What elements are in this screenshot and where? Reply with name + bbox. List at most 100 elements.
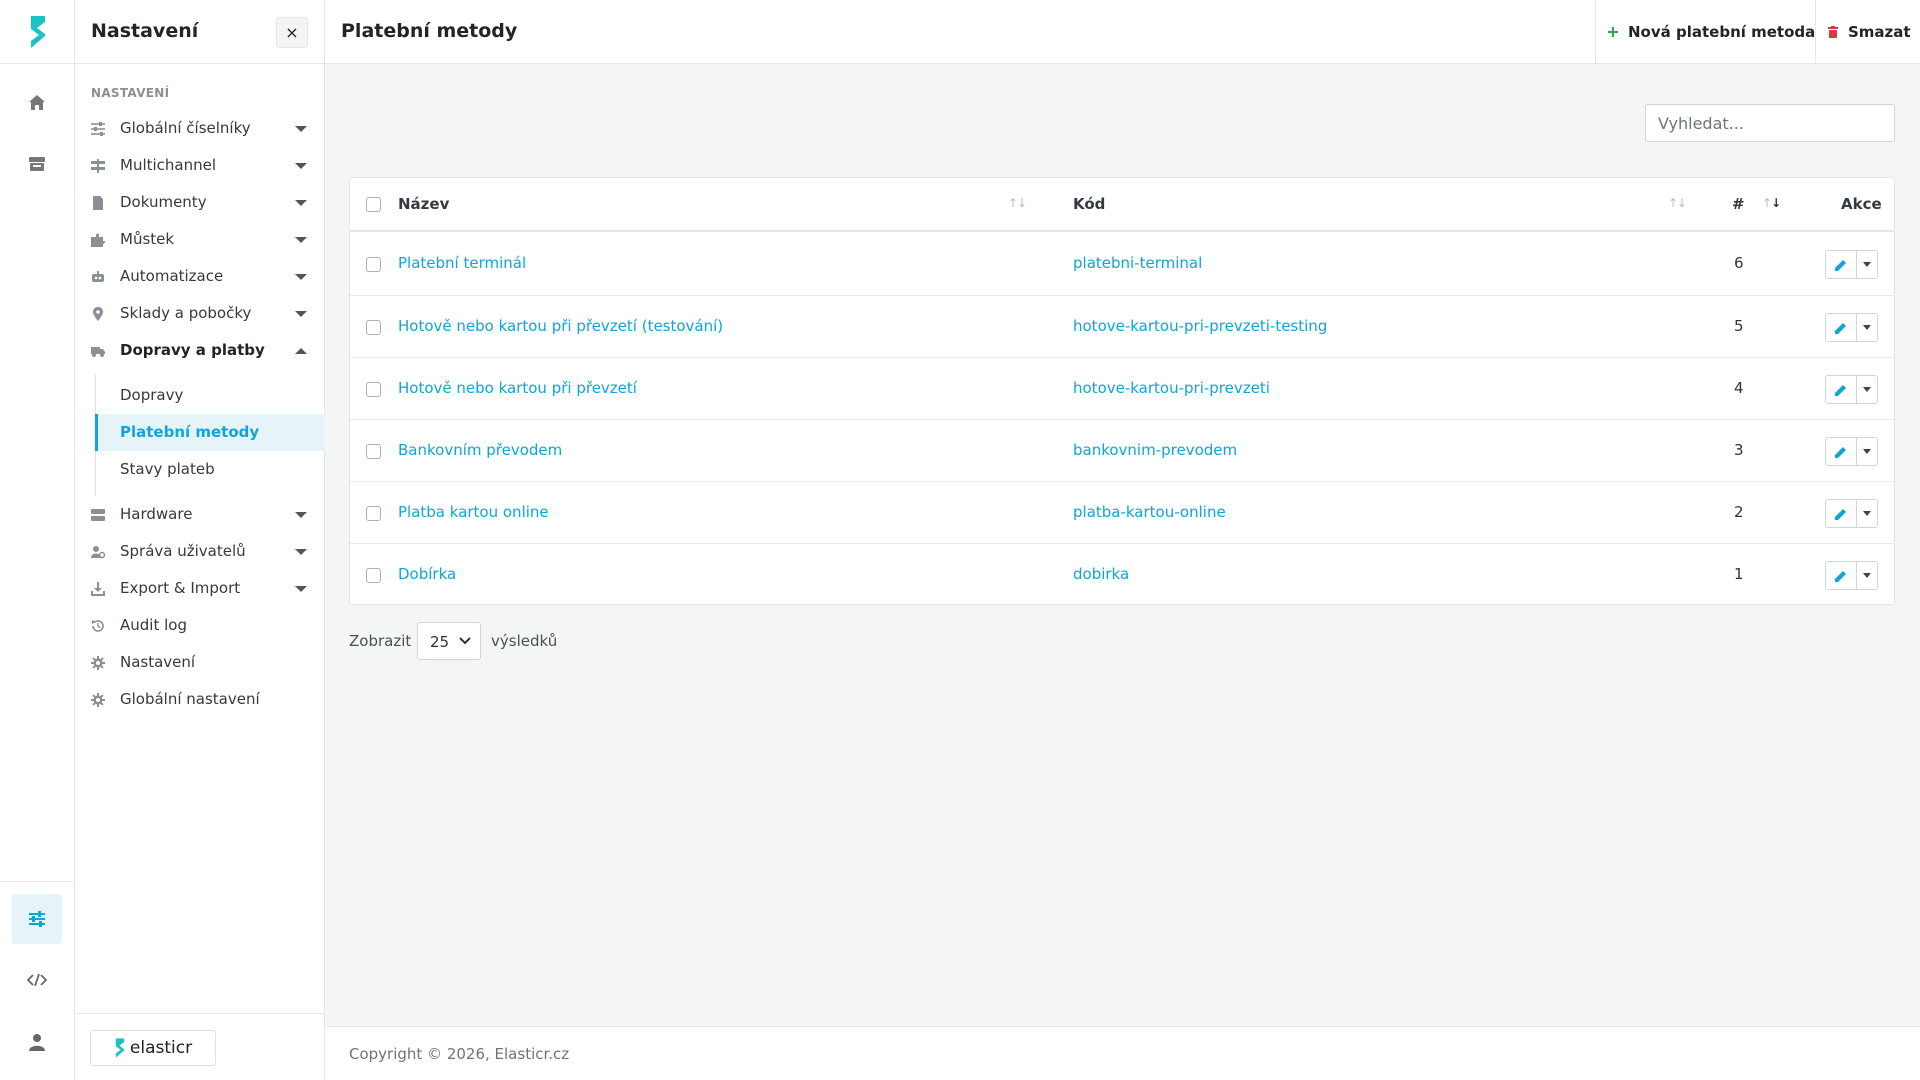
row-name-link[interactable]: Platba kartou online <box>398 503 549 521</box>
server-icon <box>91 509 105 521</box>
row-code-link[interactable]: platba-kartou-online <box>1073 503 1226 521</box>
home-button[interactable] <box>12 77 62 127</box>
sort-name-icon[interactable]: ↑↓ <box>1008 196 1027 210</box>
sidebar-item-user-management[interactable]: Správa uživatelů <box>75 533 325 570</box>
sort-code-icon[interactable]: ↑↓ <box>1668 196 1687 210</box>
row-id: 5 <box>1734 317 1744 335</box>
sidebar-subitem-payment-methods[interactable]: Platební metody <box>95 414 325 451</box>
row-actions-dropdown[interactable] <box>1857 314 1877 341</box>
edit-button[interactable] <box>1826 251 1857 278</box>
row-name-link[interactable]: Dobírka <box>398 565 456 583</box>
user-profile-button[interactable] <box>12 1017 62 1067</box>
sidebar-subitem-shipping[interactable]: Dopravy <box>96 377 325 414</box>
sidebar-item-audit-log[interactable]: Audit log <box>75 607 325 644</box>
search-input[interactable] <box>1645 104 1895 142</box>
select-all-checkbox[interactable] <box>366 197 381 212</box>
row-name-link[interactable]: Platební terminál <box>398 254 526 272</box>
chevron-down-icon <box>295 549 307 555</box>
gear-icon <box>91 656 105 670</box>
sidebar-item-global-settings[interactable]: Globální nastavení <box>75 681 325 718</box>
row-actions-dropdown[interactable] <box>1857 438 1877 465</box>
sidebar-item-export-import[interactable]: Export & Import <box>75 570 325 607</box>
pencil-icon <box>1835 508 1846 520</box>
sort-id-icon[interactable]: ↑↓ <box>1762 196 1781 210</box>
row-actions-dropdown[interactable] <box>1857 376 1877 403</box>
row-checkbox[interactable] <box>366 382 381 397</box>
app-logo[interactable] <box>0 0 75 64</box>
page-size-label: Zobrazit <box>349 632 412 650</box>
new-payment-method-button[interactable]: Nová platební metoda <box>1595 0 1827 64</box>
sidebar-item-label: Globální nastavení <box>120 690 260 708</box>
caret-down-icon <box>1863 511 1871 516</box>
sidebar-item-hardware[interactable]: Hardware <box>75 496 325 533</box>
chevron-down-icon <box>295 200 307 206</box>
column-header-code[interactable]: Kód <box>1073 195 1105 213</box>
sidebar-item-settings[interactable]: Nastavení <box>75 644 325 681</box>
brand-logo: elasticr <box>90 1030 216 1066</box>
chevron-down-icon <box>295 586 307 592</box>
sidebar-item-multichannel[interactable]: Multichannel <box>75 147 325 184</box>
plus-icon <box>1608 27 1618 37</box>
row-code-link[interactable]: hotove-kartou-pri-prevzeti-testing <box>1073 317 1327 335</box>
sidebar-item-label: Hardware <box>120 505 193 523</box>
sidebar-subitem-label: Platební metody <box>120 423 260 441</box>
sidebar-item-shipping-payments[interactable]: Dopravy a platby <box>75 332 325 369</box>
sidebar-item-label: Export & Import <box>120 579 241 597</box>
delete-button[interactable]: Smazat <box>1815 0 1920 64</box>
caret-down-icon <box>1863 325 1871 330</box>
row-actions-dropdown[interactable] <box>1857 251 1877 278</box>
row-code-link[interactable]: bankovnim-prevodem <box>1073 441 1237 459</box>
user-icon <box>29 1034 45 1051</box>
row-actions-dropdown[interactable] <box>1857 500 1877 527</box>
row-code-link[interactable]: hotove-kartou-pri-prevzeti <box>1073 379 1270 397</box>
column-header-name[interactable]: Název <box>398 195 449 213</box>
sidebar-item-bridge[interactable]: Můstek <box>75 221 325 258</box>
row-name-link[interactable]: Hotově nebo kartou při převzetí <box>398 379 637 397</box>
row-code-link[interactable]: platebni-terminal <box>1073 254 1202 272</box>
sidebar-item-label: Sklady a pobočky <box>120 304 252 322</box>
row-checkbox[interactable] <box>366 444 381 459</box>
sidebar-item-automation[interactable]: Automatizace <box>75 258 325 295</box>
row-checkbox[interactable] <box>366 320 381 335</box>
edit-button[interactable] <box>1826 314 1857 341</box>
row-actions <box>1825 437 1878 466</box>
row-id: 3 <box>1734 441 1744 459</box>
edit-button[interactable] <box>1826 500 1857 527</box>
settings-button[interactable] <box>12 894 62 944</box>
sidebar-title: Nastavení <box>91 20 199 42</box>
row-actions <box>1825 375 1878 404</box>
edit-button[interactable] <box>1826 438 1857 465</box>
sidebar-item-label: Globální číselníky <box>120 119 251 137</box>
sidebar-item-warehouses[interactable]: Sklady a pobočky <box>75 295 325 332</box>
sliders-icon <box>29 911 45 927</box>
truck-icon <box>91 347 105 357</box>
developer-button[interactable] <box>12 955 62 1005</box>
row-checkbox[interactable] <box>366 506 381 521</box>
row-code-link[interactable]: dobirka <box>1073 565 1129 583</box>
sidebar-section-label: NASTAVENÍ <box>91 86 170 100</box>
row-name-link[interactable]: Bankovním převodem <box>398 441 562 459</box>
row-name-link[interactable]: Hotově nebo kartou při převzetí (testová… <box>398 317 723 335</box>
edit-button[interactable] <box>1826 376 1857 403</box>
row-checkbox[interactable] <box>366 257 381 272</box>
users-cog-icon <box>91 546 105 559</box>
row-actions-dropdown[interactable] <box>1857 562 1877 589</box>
download-icon <box>91 582 105 596</box>
row-checkbox[interactable] <box>366 568 381 583</box>
signpost-icon <box>91 159 105 173</box>
sidebar-item-global-lists[interactable]: Globální číselníky <box>75 110 325 147</box>
table-row: Hotově nebo kartou při převzetí (testová… <box>350 295 1894 357</box>
sidebar-subitem-payment-states[interactable]: Stavy plateb <box>96 451 325 488</box>
caret-down-icon <box>1863 262 1871 267</box>
store-button[interactable] <box>12 139 62 189</box>
robot-icon <box>92 271 104 282</box>
edit-button[interactable] <box>1826 562 1857 589</box>
payment-methods-table: Název ↑↓ Kód ↑↓ # ↑↓ Akce Platební termi… <box>349 177 1895 605</box>
close-sidebar-button[interactable]: × <box>276 17 308 48</box>
page-size-select[interactable]: 25 <box>417 622 481 660</box>
sidebar-item-documents[interactable]: Dokumenty <box>75 184 325 221</box>
column-header-id[interactable]: # <box>1732 195 1745 213</box>
top-bar: Platební metody Nová platební metoda Sma… <box>325 0 1920 64</box>
sliders-icon <box>91 122 105 136</box>
pencil-icon <box>1835 570 1846 582</box>
